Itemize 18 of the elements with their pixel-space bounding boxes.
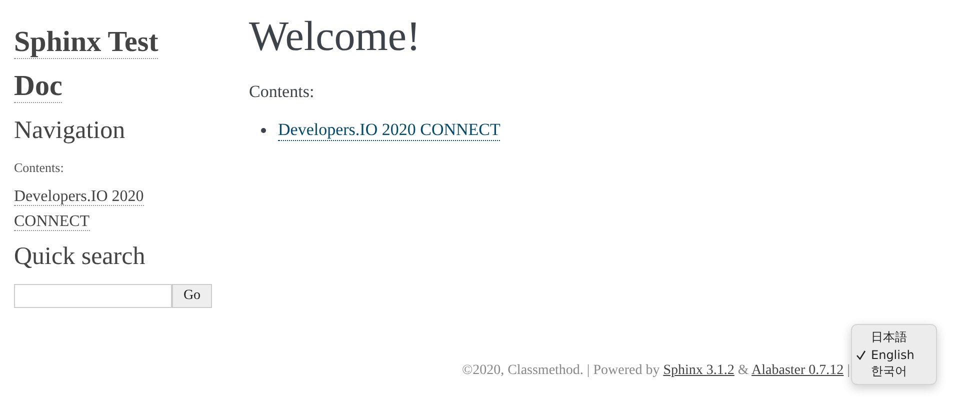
check-icon	[856, 350, 866, 360]
site-logo-title[interactable]: Sphinx Test Doc	[14, 20, 194, 108]
footer-link[interactable]: Sphinx 3.1.2	[663, 363, 734, 378]
page-title: Welcome!	[249, 13, 421, 62]
footer-text: ©2020, Classmethod. | Powered by Sphinx 3.1.2 & Alabaster 0.7.12 |	[462, 363, 850, 378]
navigation-heading: Navigation	[14, 116, 126, 146]
menu-item[interactable]: English	[852, 346, 936, 363]
contents-caption: Contents:	[14, 160, 64, 176]
footer-link[interactable]: Alabaster 0.7.12	[752, 363, 844, 378]
go-button[interactable]: Go	[172, 284, 212, 308]
menu-item[interactable]: 한국어	[852, 363, 936, 380]
menu-item[interactable]: 日本語	[852, 329, 936, 346]
contents-caption: Contents:	[249, 82, 314, 102]
search-field[interactable]	[14, 284, 172, 308]
toc-link[interactable]: Developers.IO 2020 CONNECT	[278, 120, 500, 141]
search-heading: Quick search	[14, 242, 146, 272]
nav-link[interactable]: Developers.IO 2020 CONNECT	[14, 184, 174, 234]
bullet-icon	[261, 128, 266, 133]
